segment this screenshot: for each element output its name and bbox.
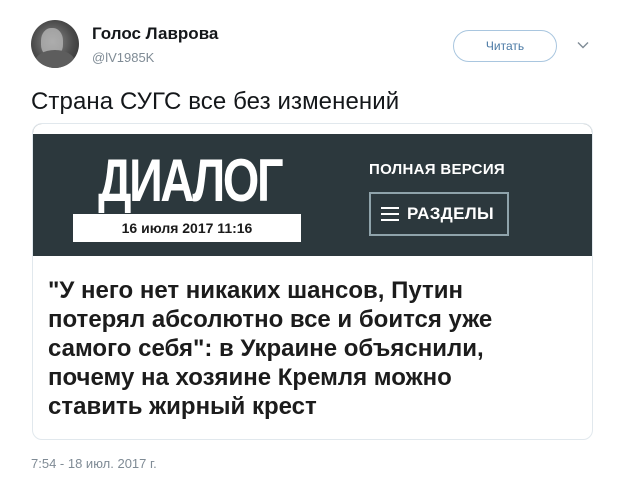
attached-image-card[interactable]: ДИАЛОГ 16 июля 2017 11:16 ПОЛНАЯ ВЕРСИЯ … <box>32 123 593 440</box>
display-name[interactable]: Голос Лаврова <box>92 24 218 44</box>
full-version-link: ПОЛНАЯ ВЕРСИЯ <box>369 161 505 178</box>
tweet-text: Страна СУГС все без изменений <box>31 88 400 115</box>
top-strip <box>33 124 592 134</box>
tweet-timestamp[interactable]: 7:54 - 18 июл. 2017 г. <box>31 456 157 471</box>
article-date: 16 июля 2017 11:16 <box>73 214 301 242</box>
menu-icon <box>381 207 399 221</box>
logo-text: ДИАЛОГ <box>98 147 283 214</box>
avatar[interactable] <box>31 20 79 68</box>
tweet: Голос Лаврова @lV1985K Читать Страна СУГ… <box>0 0 625 485</box>
site-header: ДИАЛОГ 16 июля 2017 11:16 ПОЛНАЯ ВЕРСИЯ … <box>33 124 592 256</box>
follow-button[interactable]: Читать <box>453 30 557 62</box>
headline-line: "У него нет никаких шансов, Путин <box>48 277 464 304</box>
sections-label: РАЗДЕЛЫ <box>407 204 494 223</box>
chevron-down-icon[interactable] <box>576 38 590 52</box>
site-logo: ДИАЛОГ 16 июля 2017 11:16 <box>73 148 301 242</box>
sections-button: РАЗДЕЛЫ <box>369 192 509 236</box>
user-handle[interactable]: @lV1985K <box>92 50 154 65</box>
headline-line: самого себя": в Украине объяснили, <box>48 335 484 362</box>
article-headline: "У него нет никаких шансов, Путин потеря… <box>48 276 583 421</box>
headline-line: потерял абсолютно все и боится уже <box>48 306 493 333</box>
headline-line: ставить жирный крест <box>48 393 317 420</box>
headline-line: почему на хозяине Кремля можно <box>48 364 452 391</box>
